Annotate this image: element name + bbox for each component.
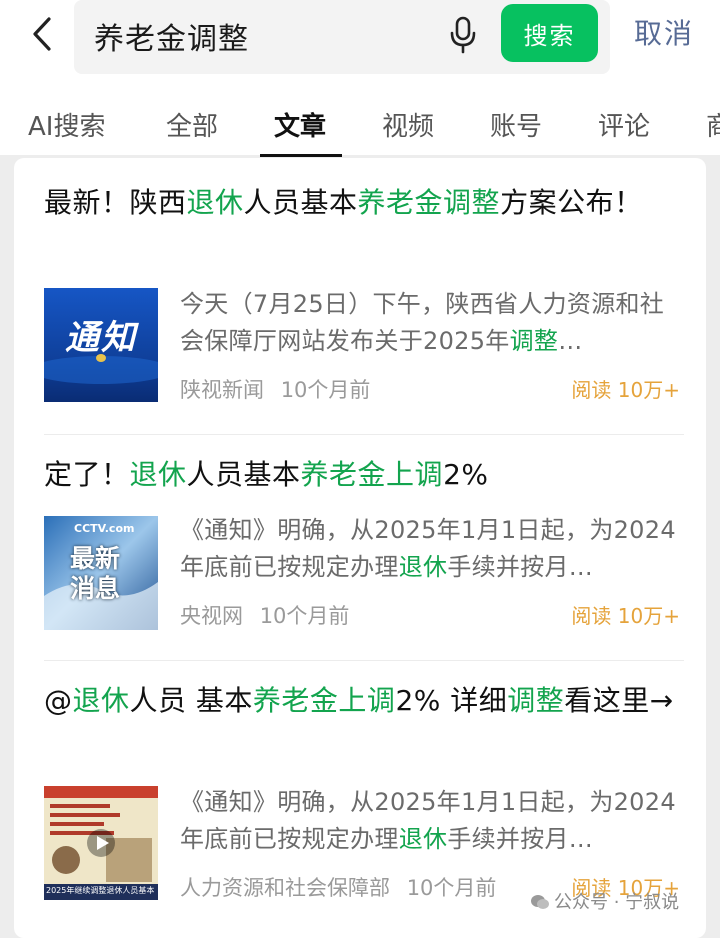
article-summary: 今天（7月25日）下午，陕西省人力资源和社会保障厅网站发布关于2025年调整… [180,290,665,355]
article-title[interactable]: @退休人员 基本养老金上调2% 详细调整看这里→ [44,680,684,722]
article-item[interactable]: 最新！陕西退休人员基本养老金调整方案公布！ 通知 今天（7月25日）下午，陕西省… [44,182,684,402]
tab-articles[interactable]: 文章 [274,106,326,143]
article-item[interactable]: @退休人员 基本养老金上调2% 详细调整看这里→ 2025年继续调整退休人员基本… [44,680,684,900]
back-button[interactable] [22,12,62,56]
cctv-logo: CCTV.com [74,522,135,535]
divider [44,660,684,661]
article-thumbnail[interactable]: CCTV.com 最新消息 [44,516,158,630]
thumbnail-caption: 2025年继续调整退休人员基本 [46,886,155,895]
read-count: 阅读 10万+ [571,378,680,402]
tab-shop[interactable]: 商 [706,106,720,143]
article-source[interactable]: 人力资源和社会保障部 [180,876,390,900]
play-icon[interactable] [86,828,116,858]
cancel-button[interactable]: 取消 [634,12,694,52]
active-tab-indicator [260,154,342,157]
top-bar: 养老金调整 搜索 取消 AI搜索 全部 文章 视频 账号 评论 商 [0,0,720,157]
article-title[interactable]: 定了！退休人员基本养老金上调2% [44,454,684,496]
tab-comments[interactable]: 评论 [598,106,650,143]
thumbnail-text: 最新消息 [70,544,121,603]
tab-all[interactable]: 全部 [166,106,218,143]
article-source[interactable]: 央视网 [180,604,243,628]
wechat-icon [531,895,549,909]
watermark: 公众号 · 宁叔说 [530,888,679,914]
article-thumbnail[interactable]: 通知 [44,288,158,402]
article-summary: 《通知》明确，从2025年1月1日起，为2024年底前已按规定办理退休手续并按月… [180,788,676,853]
divider [44,434,684,435]
microphone-icon[interactable] [448,15,478,55]
article-meta: 央视网 10个月前 阅读 10万+ [180,600,680,630]
article-item[interactable]: 定了！退休人员基本养老金上调2% CCTV.com 最新消息 《通知》明确，从2… [44,454,684,630]
tab-accounts[interactable]: 账号 [490,106,542,143]
back-arrow-icon [33,17,51,51]
thumbnail-text: 通知 [65,318,137,358]
read-count: 阅读 10万+ [571,604,680,628]
article-thumbnail[interactable]: 2025年继续调整退休人员基本 [44,786,158,900]
tab-ai-search[interactable]: AI搜索 [28,106,105,143]
article-summary: 《通知》明确，从2025年1月1日起，为2024年底前已按规定办理退休手续并按月… [180,516,676,581]
article-title[interactable]: 最新！陕西退休人员基本养老金调整方案公布！ [44,182,684,224]
article-time: 10个月前 [259,604,350,628]
article-time: 10个月前 [280,378,371,402]
article-time: 10个月前 [406,876,497,900]
article-meta: 陕视新闻 10个月前 阅读 10万+ [180,374,680,404]
tab-bar: AI搜索 全部 文章 视频 账号 评论 商 [0,96,720,157]
results-list: 最新！陕西退休人员基本养老金调整方案公布！ 通知 今天（7月25日）下午，陕西省… [14,158,706,938]
search-input[interactable]: 养老金调整 [94,14,249,58]
article-source[interactable]: 陕视新闻 [180,378,264,402]
search-button[interactable]: 搜索 [501,4,598,62]
tab-videos[interactable]: 视频 [382,106,434,143]
